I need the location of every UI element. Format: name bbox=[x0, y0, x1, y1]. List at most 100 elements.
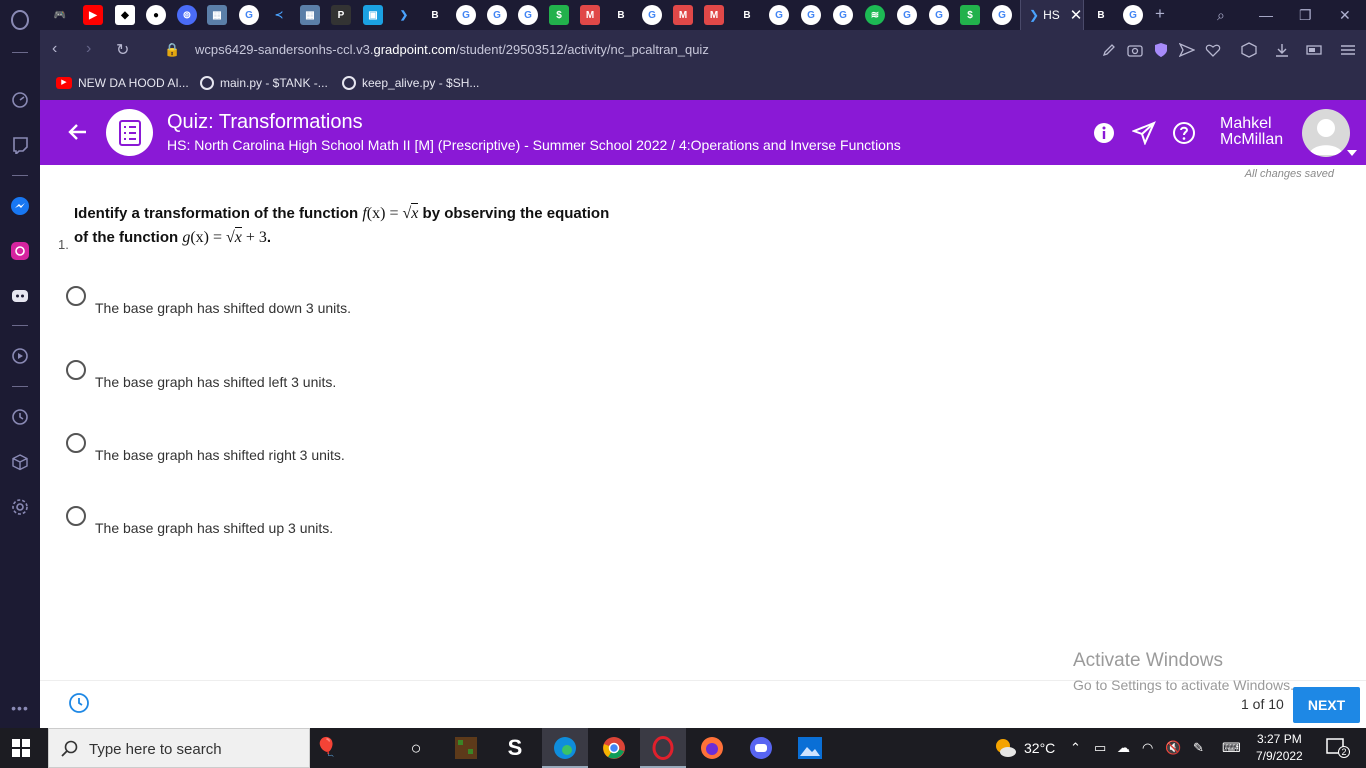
keyboard-icon[interactable]: ⌨ bbox=[1222, 740, 1241, 756]
temperature[interactable]: 32°C bbox=[1024, 740, 1055, 756]
answer-label[interactable]: The base graph has shifted down 3 units. bbox=[95, 300, 351, 316]
tab-google-icon[interactable]: G bbox=[992, 5, 1012, 25]
tab-google-icon[interactable]: G bbox=[239, 5, 259, 25]
bookmark-item[interactable]: ▶ NEW DA HOOD AI... bbox=[56, 76, 189, 90]
tab-gradpoint-icon[interactable]: ❯ bbox=[394, 5, 414, 25]
user-name[interactable]: Mahkel McMillan bbox=[1220, 116, 1283, 148]
tab-google-icon[interactable]: G bbox=[487, 5, 507, 25]
next-button[interactable]: NEXT bbox=[1293, 687, 1360, 723]
edit-icon[interactable] bbox=[1100, 41, 1118, 59]
tab-google-icon[interactable]: G bbox=[642, 5, 662, 25]
back-icon[interactable]: ‹ bbox=[52, 40, 57, 58]
taskbar-search[interactable]: Type here to search 🎈 bbox=[48, 728, 337, 768]
close-tab-icon[interactable]: ✕ bbox=[1070, 6, 1083, 24]
url-field[interactable]: wcps6429-sandersonhs-ccl.v3.gradpoint.co… bbox=[195, 42, 709, 57]
tab-notes-icon[interactable]: ◆ bbox=[115, 5, 135, 25]
tab-google-icon[interactable]: G bbox=[1123, 5, 1143, 25]
discord-icon[interactable] bbox=[10, 286, 30, 306]
discord-taskbar-icon[interactable] bbox=[747, 734, 775, 762]
extensions-cube-icon[interactable] bbox=[10, 452, 30, 472]
download-icon[interactable] bbox=[1273, 41, 1291, 59]
tab-dollar-icon[interactable]: $ bbox=[549, 5, 569, 25]
photos-icon[interactable] bbox=[796, 734, 824, 762]
tab-gamepad-icon[interactable]: 🎮 bbox=[50, 5, 70, 25]
pen-icon[interactable]: ✎ bbox=[1193, 740, 1204, 756]
chevron-down-icon[interactable] bbox=[1347, 150, 1357, 156]
tab-app-icon[interactable]: ▣ bbox=[363, 5, 383, 25]
restore-icon[interactable]: ❐ bbox=[1299, 7, 1312, 24]
tab-vscode-icon[interactable]: ≺ bbox=[269, 5, 289, 25]
info-icon[interactable] bbox=[1092, 121, 1116, 145]
opera-gx-icon[interactable] bbox=[649, 734, 677, 762]
answer-label[interactable]: The base graph has shifted left 3 units. bbox=[95, 374, 336, 390]
forward-icon[interactable]: › bbox=[86, 40, 91, 58]
tab-image-icon[interactable]: ▦ bbox=[300, 5, 320, 25]
tab-google-icon[interactable]: G bbox=[833, 5, 853, 25]
tab-google-icon[interactable]: G bbox=[897, 5, 917, 25]
tab-b-icon[interactable]: B bbox=[611, 5, 631, 25]
onedrive-cloud-icon[interactable]: ☁ bbox=[1117, 740, 1130, 756]
tab-google-icon[interactable]: G bbox=[769, 5, 789, 25]
timer-clock-icon[interactable] bbox=[68, 692, 90, 714]
messenger-icon[interactable] bbox=[10, 196, 30, 216]
tab-youtube-icon[interactable]: ▶ bbox=[83, 5, 103, 25]
answer-label[interactable]: The base graph has shifted up 3 units. bbox=[95, 520, 333, 536]
task-view-icon[interactable]: ○ bbox=[402, 734, 430, 762]
vpn-shield-icon[interactable] bbox=[1152, 41, 1170, 59]
settings-gear-icon[interactable] bbox=[10, 497, 30, 517]
camera-icon[interactable] bbox=[1126, 41, 1144, 59]
tab-b-icon[interactable]: B bbox=[737, 5, 757, 25]
minimize-icon[interactable]: — bbox=[1259, 7, 1273, 23]
tab-search-icon[interactable]: ⌕ bbox=[1217, 7, 1225, 24]
system-clock[interactable]: 3:27 PM 7/9/2022 bbox=[1256, 731, 1303, 765]
windows-start-icon[interactable] bbox=[12, 739, 30, 757]
tab-m-icon[interactable]: M bbox=[580, 5, 600, 25]
tab-p-icon[interactable]: P bbox=[331, 5, 351, 25]
send-icon[interactable] bbox=[1178, 41, 1196, 59]
s-app-icon[interactable]: S bbox=[501, 734, 529, 762]
twitch-icon[interactable] bbox=[10, 135, 30, 155]
instagram-icon[interactable] bbox=[10, 241, 30, 261]
tab-b-icon[interactable]: B bbox=[1091, 5, 1111, 25]
more-icon[interactable]: ••• bbox=[10, 698, 30, 718]
send-message-icon[interactable] bbox=[1132, 121, 1156, 145]
active-tab[interactable]: ❯ HS ✕ bbox=[1020, 0, 1084, 30]
chevron-up-icon[interactable]: ⌃ bbox=[1070, 740, 1081, 756]
weather-icon[interactable] bbox=[993, 737, 1017, 762]
tab-google-icon[interactable]: G bbox=[801, 5, 821, 25]
heart-icon[interactable] bbox=[1204, 41, 1222, 59]
tab-b-icon[interactable]: B bbox=[425, 5, 445, 25]
radio-button[interactable] bbox=[66, 433, 86, 453]
menu-lines-icon[interactable] bbox=[1339, 41, 1357, 59]
tab-google-icon[interactable]: G bbox=[929, 5, 949, 25]
lock-icon[interactable]: 🔒 bbox=[164, 42, 180, 58]
avatar[interactable] bbox=[1302, 109, 1350, 157]
tab-spotify-icon[interactable]: ≋ bbox=[865, 5, 885, 25]
tab-globe-icon[interactable]: ● bbox=[146, 5, 166, 25]
help-icon[interactable] bbox=[1172, 121, 1196, 145]
reload-icon[interactable]: ↻ bbox=[116, 40, 129, 60]
battery-saver-icon[interactable] bbox=[1306, 41, 1324, 59]
tab-m-icon[interactable]: M bbox=[673, 5, 693, 25]
firefox-icon[interactable] bbox=[698, 734, 726, 762]
battery-icon[interactable]: ▭ bbox=[1094, 740, 1106, 756]
close-window-icon[interactable]: ✕ bbox=[1339, 7, 1351, 24]
tab-m-icon[interactable]: M bbox=[704, 5, 724, 25]
notifications-icon[interactable]: 2 bbox=[1325, 737, 1350, 762]
player-icon[interactable] bbox=[10, 346, 30, 366]
tab-google-icon[interactable]: G bbox=[456, 5, 476, 25]
speed-dial-icon[interactable] bbox=[10, 90, 30, 110]
bookmark-item[interactable]: main.py - $TANK -... bbox=[200, 76, 328, 90]
cube-icon[interactable] bbox=[1240, 41, 1258, 59]
radio-button[interactable] bbox=[66, 506, 86, 526]
tab-app-icon[interactable]: ⊚ bbox=[177, 5, 197, 25]
history-icon[interactable] bbox=[10, 407, 30, 427]
radio-button[interactable] bbox=[66, 286, 86, 306]
minecraft-icon[interactable] bbox=[452, 734, 480, 762]
tab-dollar-icon[interactable]: $ bbox=[960, 5, 980, 25]
new-tab-plus-icon[interactable]: + bbox=[1155, 4, 1165, 24]
radio-button[interactable] bbox=[66, 360, 86, 380]
chrome-icon[interactable] bbox=[600, 734, 628, 762]
opera-logo-icon[interactable] bbox=[10, 10, 30, 30]
answer-label[interactable]: The base graph has shifted right 3 units… bbox=[95, 447, 345, 463]
